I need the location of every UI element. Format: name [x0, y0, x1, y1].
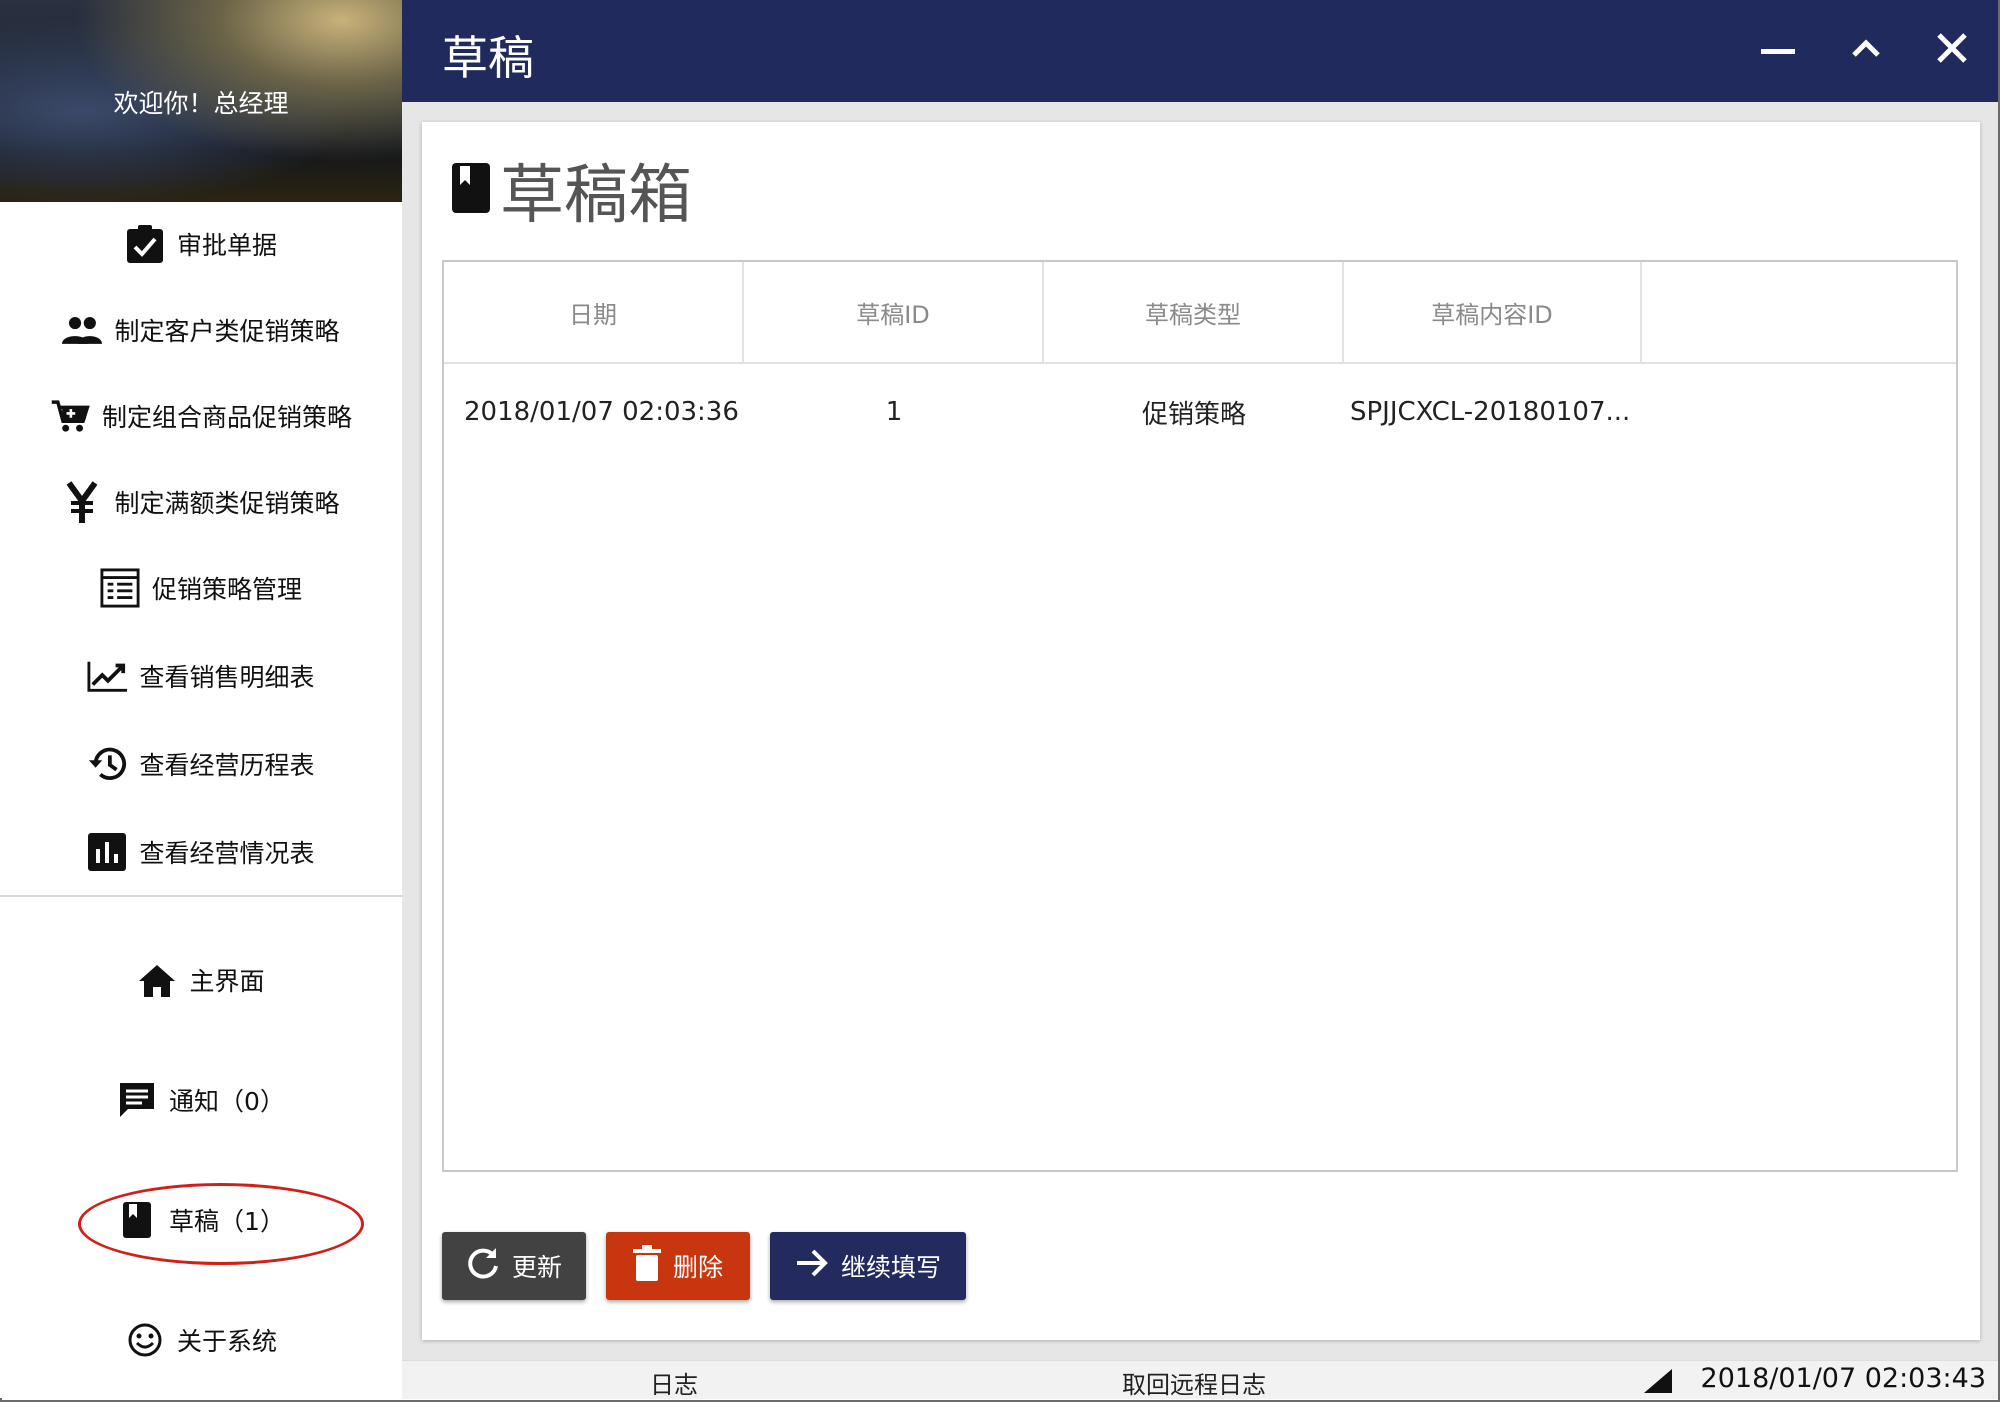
sidebar-item-amount-promotion[interactable]: 制定满额类促销策略 — [0, 472, 402, 532]
cart-add-icon — [50, 396, 90, 436]
arrow-right-icon — [795, 1248, 829, 1284]
title-bar: 草稿 — [402, 0, 1998, 102]
sidebar-divider — [0, 895, 402, 897]
welcome-text: 欢迎你！总经理 — [113, 89, 289, 118]
bookmark-icon — [452, 163, 490, 217]
close-button[interactable] — [1924, 22, 1980, 78]
sidebar-item-label: 查看销售明细表 — [139, 663, 315, 692]
history-icon — [87, 744, 127, 784]
sidebar-item-customer-promotion[interactable]: 制定客户类促销策略 — [0, 300, 402, 360]
sidebar-item-label: 制定满额类促销策略 — [114, 489, 340, 518]
clipboard-check-icon — [125, 224, 165, 264]
sidebar-item-label: 查看经营情况表 — [139, 839, 315, 868]
cell-content-id: SPJJCXCL-20180107... — [1350, 397, 1631, 427]
sidebar-item-label: 审批单据 — [176, 231, 277, 260]
column-header-draft-id[interactable]: 草稿ID — [744, 262, 1044, 362]
sidebar-item-operation-history[interactable]: 查看经营历程表 — [0, 734, 402, 794]
window-title: 草稿 — [442, 31, 534, 85]
refresh-label: 更新 — [511, 1253, 562, 1282]
drafts-card: 草稿箱 日期 草稿ID 草稿类型 草稿内容ID 2018/01/07 02:03… — [422, 122, 1980, 1340]
maximize-button[interactable] — [1838, 22, 1894, 78]
minimize-button[interactable] — [1750, 22, 1806, 78]
cell-date: 2018/01/07 02:03:36 — [464, 397, 739, 427]
status-bar: 日志 取回远程日志 2018/01/07 02:03:43 — [402, 1360, 1998, 1399]
column-header-draft-type[interactable]: 草稿类型 — [1044, 262, 1344, 362]
smiley-icon — [125, 1320, 165, 1360]
yen-icon — [62, 481, 102, 523]
page-title-text: 草稿箱 — [500, 159, 692, 233]
delete-button[interactable]: 删除 — [606, 1232, 750, 1300]
drafts-highlight-annotation — [78, 1183, 364, 1265]
sidebar-item-bundle-promotion[interactable]: 制定组合商品促销策略 — [0, 386, 402, 446]
sidebar-item-about[interactable]: 关于系统 — [0, 1310, 402, 1370]
home-icon — [137, 960, 177, 1000]
chevron-up-icon — [1851, 38, 1881, 62]
sidebar-item-operation-status[interactable]: 查看经营情况表 — [0, 822, 402, 882]
status-log-link[interactable]: 日志 — [650, 1365, 698, 1400]
cell-draft-type: 促销策略 — [1141, 399, 1246, 430]
sidebar-item-label: 制定组合商品促销策略 — [101, 403, 352, 432]
drafts-table: 日期 草稿ID 草稿类型 草稿内容ID 2018/01/07 02:03:36 … — [442, 260, 1958, 1172]
page-title: 草稿箱 — [452, 144, 692, 236]
sidebar: 欢迎你！总经理 审批单据 制定客户类促销策略 制定组合商品促销策略 制定满额类促… — [0, 0, 402, 1398]
table-header: 日期 草稿ID 草稿类型 草稿内容ID — [444, 262, 1956, 364]
delete-label: 删除 — [672, 1253, 723, 1282]
sidebar-item-label: 主界面 — [189, 967, 265, 996]
bar-chart-icon — [87, 832, 127, 872]
sidebar-item-promotion-management[interactable]: 促销策略管理 — [0, 558, 402, 618]
sidebar-item-label: 关于系统 — [176, 1327, 277, 1356]
sidebar-header: 欢迎你！总经理 — [0, 0, 402, 202]
continue-label: 继续填写 — [840, 1253, 941, 1282]
message-icon — [117, 1080, 157, 1120]
cell-draft-id: 1 — [885, 397, 903, 427]
minimize-icon — [1761, 41, 1795, 60]
sidebar-item-home[interactable]: 主界面 — [0, 950, 402, 1010]
refresh-icon — [466, 1246, 500, 1286]
column-header-date[interactable]: 日期 — [444, 262, 744, 362]
sidebar-item-approve-documents[interactable]: 审批单据 — [0, 214, 402, 274]
sidebar-item-sales-detail[interactable]: 查看销售明细表 — [0, 646, 402, 706]
refresh-button[interactable]: 更新 — [442, 1232, 586, 1300]
column-header-empty — [1642, 262, 1956, 362]
status-time: 2018/01/07 02:03:43 — [1700, 1363, 1986, 1394]
trash-icon — [632, 1245, 661, 1287]
table-row[interactable]: 2018/01/07 02:03:36 1 促销策略 SPJJCXCL-2018… — [444, 364, 1956, 460]
continue-editing-button[interactable]: 继续填写 — [770, 1232, 966, 1300]
sidebar-item-label: 促销策略管理 — [151, 575, 302, 604]
close-icon — [1936, 32, 1968, 68]
sidebar-item-notifications[interactable]: 通知（0） — [0, 1070, 402, 1130]
sidebar-item-label: 查看经营历程表 — [139, 751, 315, 780]
trending-up-icon — [87, 656, 128, 696]
column-header-content-id[interactable]: 草稿内容ID — [1344, 262, 1642, 362]
people-icon — [62, 310, 103, 350]
sidebar-item-label: 通知（0） — [169, 1087, 285, 1116]
sidebar-item-label: 制定客户类促销策略 — [114, 317, 340, 346]
list-box-icon — [100, 568, 140, 608]
status-remote-log-link[interactable]: 取回远程日志 — [1122, 1365, 1266, 1400]
resize-grip-icon[interactable] — [1644, 1369, 1672, 1393]
